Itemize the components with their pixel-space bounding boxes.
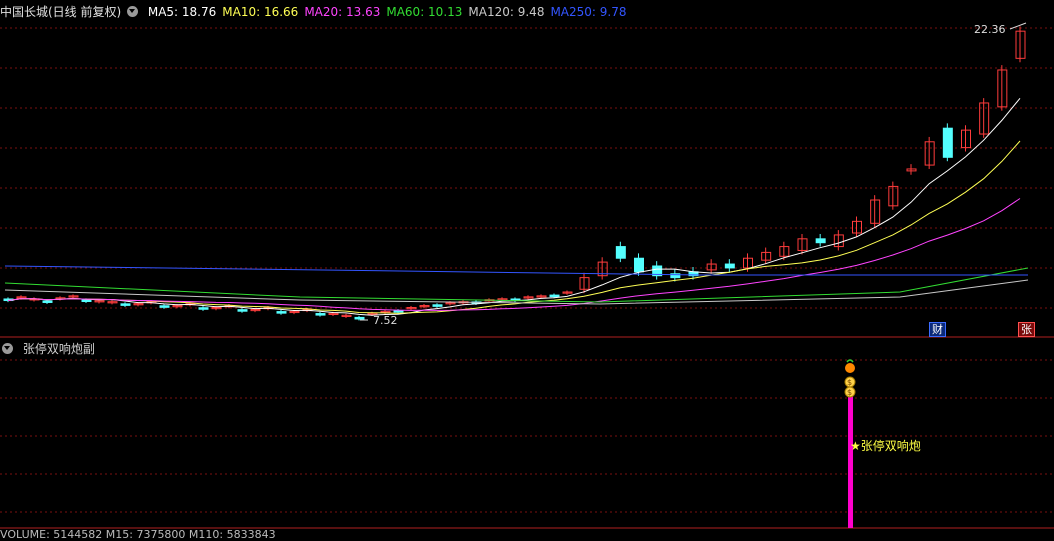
candle-body bbox=[615, 246, 626, 259]
candle-body bbox=[393, 310, 404, 313]
ma-line bbox=[7, 140, 1021, 314]
candle-body bbox=[634, 257, 644, 273]
ma-line bbox=[7, 97, 1021, 316]
candle-body bbox=[315, 313, 326, 316]
candle-body bbox=[815, 238, 826, 244]
coin-glyph: $ bbox=[847, 388, 852, 397]
ma60-line bbox=[4, 267, 1029, 303]
candle-body bbox=[81, 299, 92, 303]
chart-canvas: $$ bbox=[0, 22, 1054, 529]
volume-strip: VOLUME: 5144582 M15: 7375800 M110: 58338… bbox=[0, 528, 276, 541]
signal-bar bbox=[848, 392, 853, 528]
candle-body bbox=[198, 307, 209, 310]
candle-body bbox=[159, 305, 170, 308]
leaf-icon bbox=[846, 359, 854, 363]
candle-body bbox=[42, 300, 53, 303]
high-arrow bbox=[1009, 22, 1027, 30]
candle-body bbox=[724, 263, 735, 269]
finance-badge[interactable]: 财 bbox=[929, 322, 946, 337]
signal-label: ★张停双响炮 bbox=[850, 439, 921, 453]
ma-line bbox=[7, 198, 1021, 311]
candle-body bbox=[354, 316, 365, 320]
coin-glyph: $ bbox=[847, 378, 852, 387]
candle-body bbox=[276, 311, 287, 314]
indicator-title[interactable]: 张停双响炮副 bbox=[23, 342, 95, 356]
high-price-label: 22.36 bbox=[974, 23, 1006, 36]
candle-body bbox=[237, 309, 248, 312]
low-price-label: 7.52 bbox=[373, 314, 398, 327]
candle-body bbox=[432, 304, 443, 307]
dropdown-icon[interactable] bbox=[2, 343, 13, 354]
candle-body bbox=[120, 303, 131, 306]
ma250-line bbox=[4, 265, 1028, 276]
candle-body bbox=[942, 127, 953, 158]
limit-up-badge[interactable]: 张 bbox=[1018, 322, 1035, 337]
peach-icon bbox=[845, 363, 855, 373]
sub-panel-header: 张停双响炮副 bbox=[0, 339, 101, 359]
candle-body bbox=[549, 294, 560, 298]
